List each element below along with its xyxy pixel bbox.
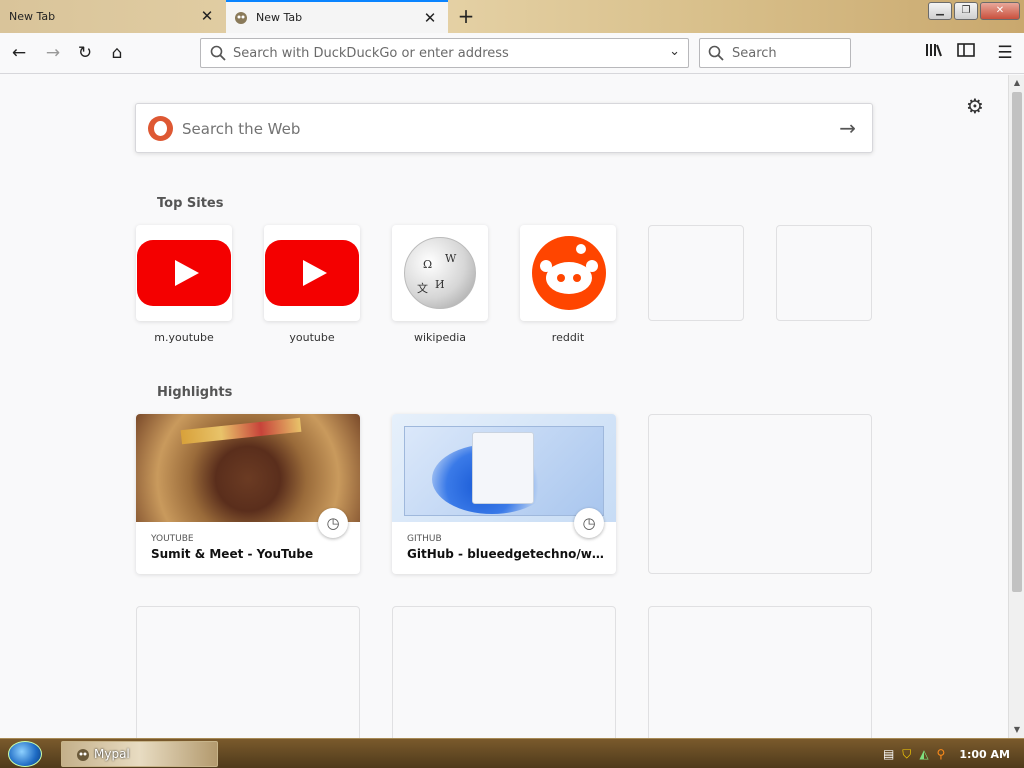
tab-active[interactable]: New Tab ✕: [226, 0, 448, 33]
minimize-button[interactable]: ▁: [928, 2, 952, 20]
highlight-card[interactable]: ◷ GITHUB GitHub - blueedgetechno/win11..…: [392, 414, 616, 574]
reddit-icon: [532, 236, 606, 310]
arrow-right-icon[interactable]: →: [839, 116, 856, 140]
wikipedia-icon: ΩWИ文: [404, 237, 476, 309]
search-icon: [210, 45, 226, 61]
forward-icon[interactable]: →: [41, 41, 65, 65]
vertical-scrollbar[interactable]: ▲ ▼: [1008, 75, 1024, 738]
clock-icon: ◷: [574, 508, 604, 538]
close-window-button[interactable]: ✕: [980, 2, 1020, 20]
restore-button[interactable]: ❐: [954, 2, 978, 20]
start-button[interactable]: [8, 741, 42, 767]
clock-time[interactable]: 1:00 AM: [953, 748, 1010, 761]
scroll-up-icon[interactable]: ▲: [1009, 75, 1024, 91]
search-icon[interactable]: ⚲: [937, 747, 946, 761]
security-shield-icon[interactable]: ⛉: [902, 747, 911, 762]
mypal-favicon-icon: [235, 12, 247, 24]
new-tab-button[interactable]: +: [454, 5, 478, 29]
search-input[interactable]: Search: [699, 38, 851, 68]
navigation-toolbar: ← → ↻ ⌂ Search with DuckDuckGo or enter …: [0, 33, 1024, 74]
highlight-thumbnail: [136, 414, 360, 522]
duckduckgo-icon: [148, 116, 173, 141]
close-tab-icon[interactable]: ✕: [422, 10, 438, 26]
reload-icon[interactable]: ↻: [73, 41, 97, 65]
search-placeholder: Search: [732, 46, 777, 61]
close-tab-icon[interactable]: ✕: [199, 8, 215, 24]
mypal-app-icon: [77, 749, 89, 761]
gear-icon[interactable]: ⚙: [966, 94, 984, 118]
top-site-label: reddit: [551, 331, 585, 344]
scroll-down-icon[interactable]: ▼: [1009, 722, 1024, 738]
new-tab-page: ⚙ Search the Web → Top Sites m.youtube y…: [0, 75, 1008, 738]
library-icon[interactable]: [922, 41, 946, 65]
tab-inactive[interactable]: New Tab ✕: [0, 0, 225, 33]
clock-icon: ◷: [318, 508, 348, 538]
highlight-empty-slot: [136, 606, 360, 738]
back-icon[interactable]: ←: [7, 41, 31, 65]
network-icon[interactable]: ◭: [919, 747, 928, 761]
menu-icon[interactable]: ☰: [993, 41, 1017, 65]
highlight-source: YOUTUBE: [151, 534, 194, 544]
tab-label: New Tab: [256, 11, 303, 24]
highlights-title: Highlights: [157, 385, 233, 400]
sidebar-icon[interactable]: [954, 41, 978, 65]
highlight-thumbnail: [392, 414, 616, 522]
youtube-icon: [137, 240, 231, 306]
system-tray: ▤ ⛉ ◭ ⚲ 1:00 AM: [883, 739, 1024, 768]
top-site-label: m.youtube: [154, 331, 214, 344]
top-sites-title: Top Sites: [157, 196, 224, 211]
window-controls: ▁ ❐ ✕: [928, 2, 1020, 20]
top-site-tile[interactable]: [264, 225, 360, 321]
search-icon: [708, 45, 724, 61]
youtube-icon: [265, 240, 359, 306]
highlight-empty-slot: [648, 414, 872, 574]
highlight-empty-slot: [392, 606, 616, 738]
url-bar[interactable]: Search with DuckDuckGo or enter address …: [200, 38, 689, 68]
top-site-tile[interactable]: ΩWИ文: [392, 225, 488, 321]
keyboard-icon[interactable]: ▤: [883, 747, 894, 761]
web-search-box[interactable]: Search the Web →: [135, 103, 873, 153]
top-site-label: wikipedia: [413, 331, 466, 344]
taskbar: Mypal ▤ ⛉ ◭ ⚲ 1:00 AM: [0, 738, 1024, 768]
highlight-title: GitHub - blueedgetechno/win11...: [407, 547, 607, 561]
tab-strip: New Tab ✕ New Tab ✕ + ▁ ❐ ✕: [0, 0, 1024, 33]
chevron-down-icon[interactable]: ⌄: [669, 44, 680, 59]
top-site-label: youtube: [289, 331, 335, 344]
home-icon[interactable]: ⌂: [105, 41, 129, 65]
highlight-empty-slot: [648, 606, 872, 738]
top-site-tile[interactable]: [520, 225, 616, 321]
scrollbar-thumb[interactable]: [1012, 92, 1022, 592]
taskbar-app-label: Mypal: [94, 747, 130, 761]
highlight-source: GITHUB: [407, 534, 442, 544]
top-site-empty-slot[interactable]: [776, 225, 872, 321]
tab-label: New Tab: [9, 10, 56, 23]
highlight-card[interactable]: ◷ YOUTUBE Sumit & Meet - YouTube: [136, 414, 360, 574]
top-site-empty-slot[interactable]: [648, 225, 744, 321]
url-placeholder: Search with DuckDuckGo or enter address: [233, 46, 509, 61]
web-search-placeholder: Search the Web: [182, 120, 301, 138]
highlight-title: Sumit & Meet - YouTube: [151, 547, 314, 561]
taskbar-app-mypal[interactable]: Mypal: [61, 741, 218, 767]
top-site-tile[interactable]: [136, 225, 232, 321]
